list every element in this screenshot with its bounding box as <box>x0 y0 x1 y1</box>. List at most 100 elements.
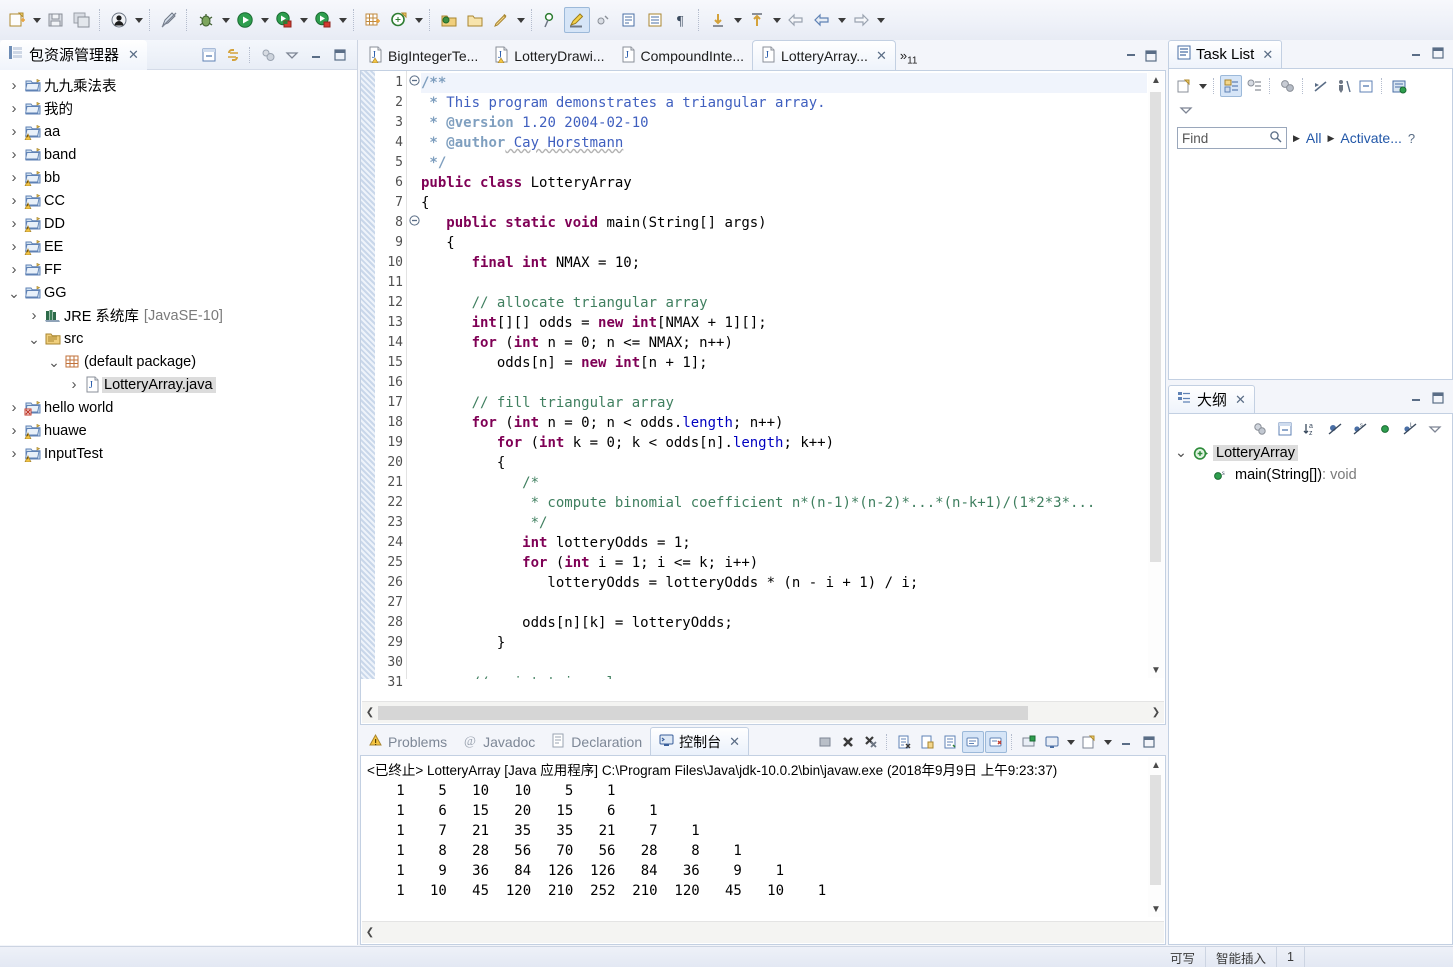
editor-vertical-scrollbar[interactable]: ▲ ▼ <box>1148 72 1164 678</box>
coverage-icon[interactable] <box>310 7 336 33</box>
clear-console-icon[interactable] <box>814 731 836 753</box>
categorized-mode-icon[interactable] <box>1220 75 1242 97</box>
editor-tab-overflow-indicator[interactable]: »11 <box>896 48 922 67</box>
editor-code-content[interactable]: /** * This program demonstrates a triang… <box>421 71 1147 679</box>
chevron-right-icon[interactable]: › <box>6 399 22 416</box>
hide-fields-icon[interactable] <box>1324 418 1346 440</box>
task-list-tab[interactable]: Task List ✕ <box>1168 40 1283 68</box>
chevron-right-icon[interactable]: › <box>6 169 22 186</box>
console-tab-problems[interactable]: Problems <box>360 729 455 755</box>
console-scroll-thumb[interactable] <box>1150 775 1161 885</box>
new-class-dropdown-arrow[interactable] <box>412 7 425 33</box>
close-icon[interactable]: ✕ <box>729 734 740 750</box>
chevron-right-icon[interactable]: › <box>6 123 22 140</box>
new-console-dropdown-arrow[interactable] <box>1101 729 1114 755</box>
search-input[interactable]: Find <box>1177 127 1287 149</box>
code-line[interactable]: * @author Cay Horstmann <box>421 133 1147 153</box>
focus-on-workweek-icon[interactable] <box>1276 75 1298 97</box>
code-line[interactable]: for (int n = 0; n < odds.length; n++) <box>421 413 1147 433</box>
code-line[interactable]: /** <box>421 73 1147 93</box>
code-line[interactable]: odds[n][k] = lotteryOdds; <box>421 613 1147 633</box>
skip-breakpoints-icon[interactable] <box>590 7 616 33</box>
code-line[interactable]: for (int n = 0; n <= NMAX; n++) <box>421 333 1147 353</box>
scheduled-mode-icon[interactable] <box>1243 75 1265 97</box>
code-line[interactable]: * compute binomial coefficient n*(n-1)*(… <box>421 493 1147 513</box>
code-line[interactable]: { <box>421 193 1147 213</box>
open-task-icon[interactable] <box>462 7 488 33</box>
pilcrow-icon[interactable]: ¶ <box>668 7 694 33</box>
user-icon[interactable] <box>106 7 132 33</box>
tree-item-band[interactable]: › band <box>0 143 357 166</box>
chevron-down-icon[interactable]: ⌄ <box>6 286 22 300</box>
scroll-left-arrow-icon[interactable]: ❮ <box>362 925 378 941</box>
code-line[interactable]: // allocate triangular array <box>421 293 1147 313</box>
code-line[interactable]: */ <box>421 153 1147 173</box>
back-icon[interactable] <box>809 7 835 33</box>
tree-item-inputtest[interactable]: › InputTest <box>0 442 357 465</box>
console-tab-declaration[interactable]: Declaration <box>543 729 650 755</box>
chevron-right-icon[interactable]: › <box>6 192 22 209</box>
new-task-icon[interactable] <box>1173 75 1195 97</box>
pin-view-icon[interactable] <box>1041 731 1063 753</box>
code-line[interactable]: public class LotteryArray <box>421 173 1147 193</box>
tree-item-huawe[interactable]: › huawe <box>0 419 357 442</box>
console-output-area[interactable]: <已终止> LotteryArray [Java 应用程序] C:\Progra… <box>360 755 1166 945</box>
code-line[interactable]: // fill triangular array <box>421 393 1147 413</box>
open-console-icon[interactable] <box>1018 731 1040 753</box>
editor-tab-3[interactable]: J CompoundInte... <box>613 42 753 70</box>
next-annotation-icon[interactable] <box>616 7 642 33</box>
scroll-up-arrow-icon[interactable]: ▲ <box>1148 72 1164 88</box>
outline-tab[interactable]: 大纲 ✕ <box>1168 385 1255 413</box>
outline-item-lotteryarray[interactable]: ⌄ LotteryArray <box>1169 442 1452 464</box>
new-java-class-icon[interactable] <box>386 7 412 33</box>
hide-static-icon[interactable]: s <box>1349 418 1371 440</box>
console-tab--[interactable]: 控制台 ✕ <box>650 727 750 755</box>
all-filter-link[interactable]: All <box>1306 130 1322 146</box>
code-line[interactable]: odds[n] = new int[n + 1]; <box>421 353 1147 373</box>
minimize-icon[interactable] <box>305 44 327 66</box>
code-line[interactable]: public static void main(String[] args) <box>421 213 1147 233</box>
run-dropdown-arrow[interactable] <box>258 7 271 33</box>
code-line[interactable]: lotteryOdds = lotteryOdds * (n - i + 1) … <box>421 573 1147 593</box>
editor-horizontal-scrollbar[interactable]: ❮ ❯ <box>362 701 1164 723</box>
next-edit-dropdown-arrow[interactable] <box>731 7 744 33</box>
view-menu-icon[interactable] <box>281 44 303 66</box>
tree-item-src[interactable]: ⌄ src <box>0 327 357 350</box>
code-line[interactable] <box>421 373 1147 393</box>
code-line[interactable]: /* <box>421 473 1147 493</box>
collapse-all-icon[interactable] <box>198 44 220 66</box>
open-type-icon[interactable] <box>436 7 462 33</box>
tree-item--default-package-[interactable]: ⌄ (default package) <box>0 350 357 373</box>
sort-alphabetically-icon[interactable]: az <box>1299 418 1321 440</box>
scroll-right-arrow-icon[interactable]: ❯ <box>1148 705 1164 721</box>
hide-non-public-icon[interactable] <box>1374 418 1396 440</box>
highlight-icon[interactable] <box>564 7 590 33</box>
maximize-icon[interactable] <box>1138 731 1160 753</box>
save-icon[interactable] <box>43 7 69 33</box>
view-menu-icon[interactable] <box>1424 418 1446 440</box>
next-edit-icon[interactable] <box>705 7 731 33</box>
tree-item-gg[interactable]: ⌄ GG <box>0 281 357 304</box>
outline-item-main-string-[interactable]: s main(String[]) : void <box>1169 464 1452 486</box>
code-line[interactable]: { <box>421 233 1147 253</box>
editor-scroll-thumb[interactable] <box>1150 92 1161 562</box>
activate-filter-arrow-icon[interactable]: ▶ <box>1327 133 1334 144</box>
new-task-dropdown-arrow[interactable] <box>1196 73 1209 99</box>
pin-console-icon[interactable] <box>916 731 938 753</box>
minimize-icon[interactable] <box>1409 47 1423 62</box>
show-whitespace-icon[interactable] <box>642 7 668 33</box>
collapse-all-icon[interactable] <box>1355 75 1377 97</box>
debug-dropdown-arrow[interactable] <box>219 7 232 33</box>
code-line[interactable] <box>421 593 1147 613</box>
run-icon[interactable] <box>232 7 258 33</box>
forward-icon[interactable] <box>848 7 874 33</box>
tree-item-ee[interactable]: › EE <box>0 235 357 258</box>
prev-edit-icon[interactable] <box>744 7 770 33</box>
editor-folding-bar[interactable] <box>407 71 421 679</box>
tree-item-lotteryarray-java[interactable]: › J LotteryArray.java <box>0 373 357 396</box>
package-explorer-tab[interactable]: 包资源管理器 ✕ <box>0 39 147 70</box>
word-wrap-icon[interactable] <box>939 731 961 753</box>
editor-marker-bar[interactable] <box>361 71 375 679</box>
search-icon[interactable] <box>488 7 514 33</box>
maximize-icon[interactable] <box>329 44 351 66</box>
